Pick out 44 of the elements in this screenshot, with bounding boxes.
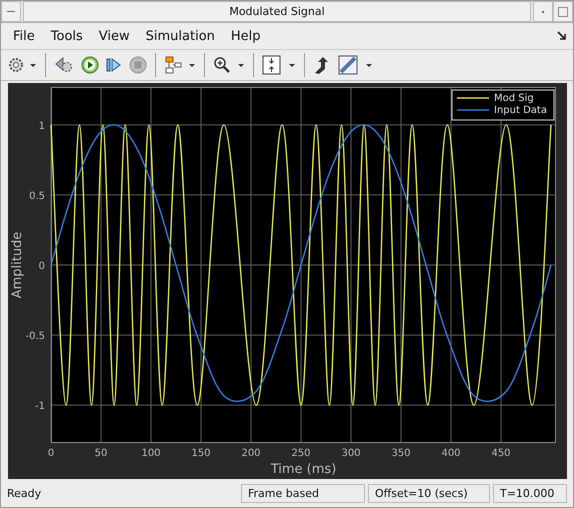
- legend-label: Mod Sig: [494, 93, 534, 104]
- y-tick-label: 1: [38, 120, 45, 132]
- x-tick-label: 150: [191, 448, 211, 459]
- menu-item[interactable]: Tools: [44, 26, 89, 46]
- zoom-in-icon: [213, 56, 245, 74]
- legend-label: Input Data: [494, 105, 547, 116]
- x-tick-label: 400: [441, 448, 461, 459]
- window-title: Modulated Signal: [229, 5, 325, 18]
- x-tick-label: 200: [241, 448, 261, 459]
- status-field: Frame based: [241, 484, 365, 502]
- y-tick-label: -0.5: [25, 331, 45, 342]
- x-tick-label: 50: [94, 448, 108, 459]
- x-axis-label: Time (ms): [270, 462, 336, 477]
- block-diagram-icon: [164, 56, 196, 74]
- gear-icon: [7, 56, 37, 74]
- status-field: T=10.000: [493, 484, 567, 502]
- autoscale-button[interactable]: [260, 53, 298, 77]
- maximize-icon: [558, 6, 568, 16]
- ruler-icon: [338, 55, 374, 75]
- menu-item[interactable]: File: [7, 26, 41, 46]
- menu-item[interactable]: Simulation: [140, 26, 221, 46]
- menu-item[interactable]: Help: [224, 26, 267, 46]
- step-forward-icon: [106, 56, 122, 74]
- y-tick-label: -1: [35, 401, 45, 412]
- dash-icon: [7, 10, 15, 13]
- fit-vertical-icon: [262, 55, 296, 75]
- status-message: Ready: [7, 486, 42, 500]
- x-tick-label: 250: [291, 448, 311, 459]
- x-tick-label: 300: [341, 448, 361, 459]
- step-back-icon: [54, 56, 74, 74]
- maximize-button[interactable]: [553, 1, 573, 22]
- x-tick-label: 0: [48, 448, 54, 459]
- menu-item[interactable]: View: [92, 26, 136, 46]
- arrow-icon[interactable]: [557, 31, 567, 41]
- x-tick-label: 100: [141, 448, 161, 459]
- stop-icon: [129, 56, 147, 74]
- x-tick-label: 450: [491, 448, 511, 459]
- y-tick-label: 0.5: [29, 190, 45, 202]
- play-icon: [81, 56, 99, 74]
- signal-step-icon: [313, 56, 331, 74]
- y-axis-label: Amplitude: [10, 232, 25, 298]
- x-tick-label: 350: [391, 448, 411, 459]
- y-tick-label: 0: [38, 261, 45, 272]
- status-field: Offset=10 (secs): [368, 484, 490, 502]
